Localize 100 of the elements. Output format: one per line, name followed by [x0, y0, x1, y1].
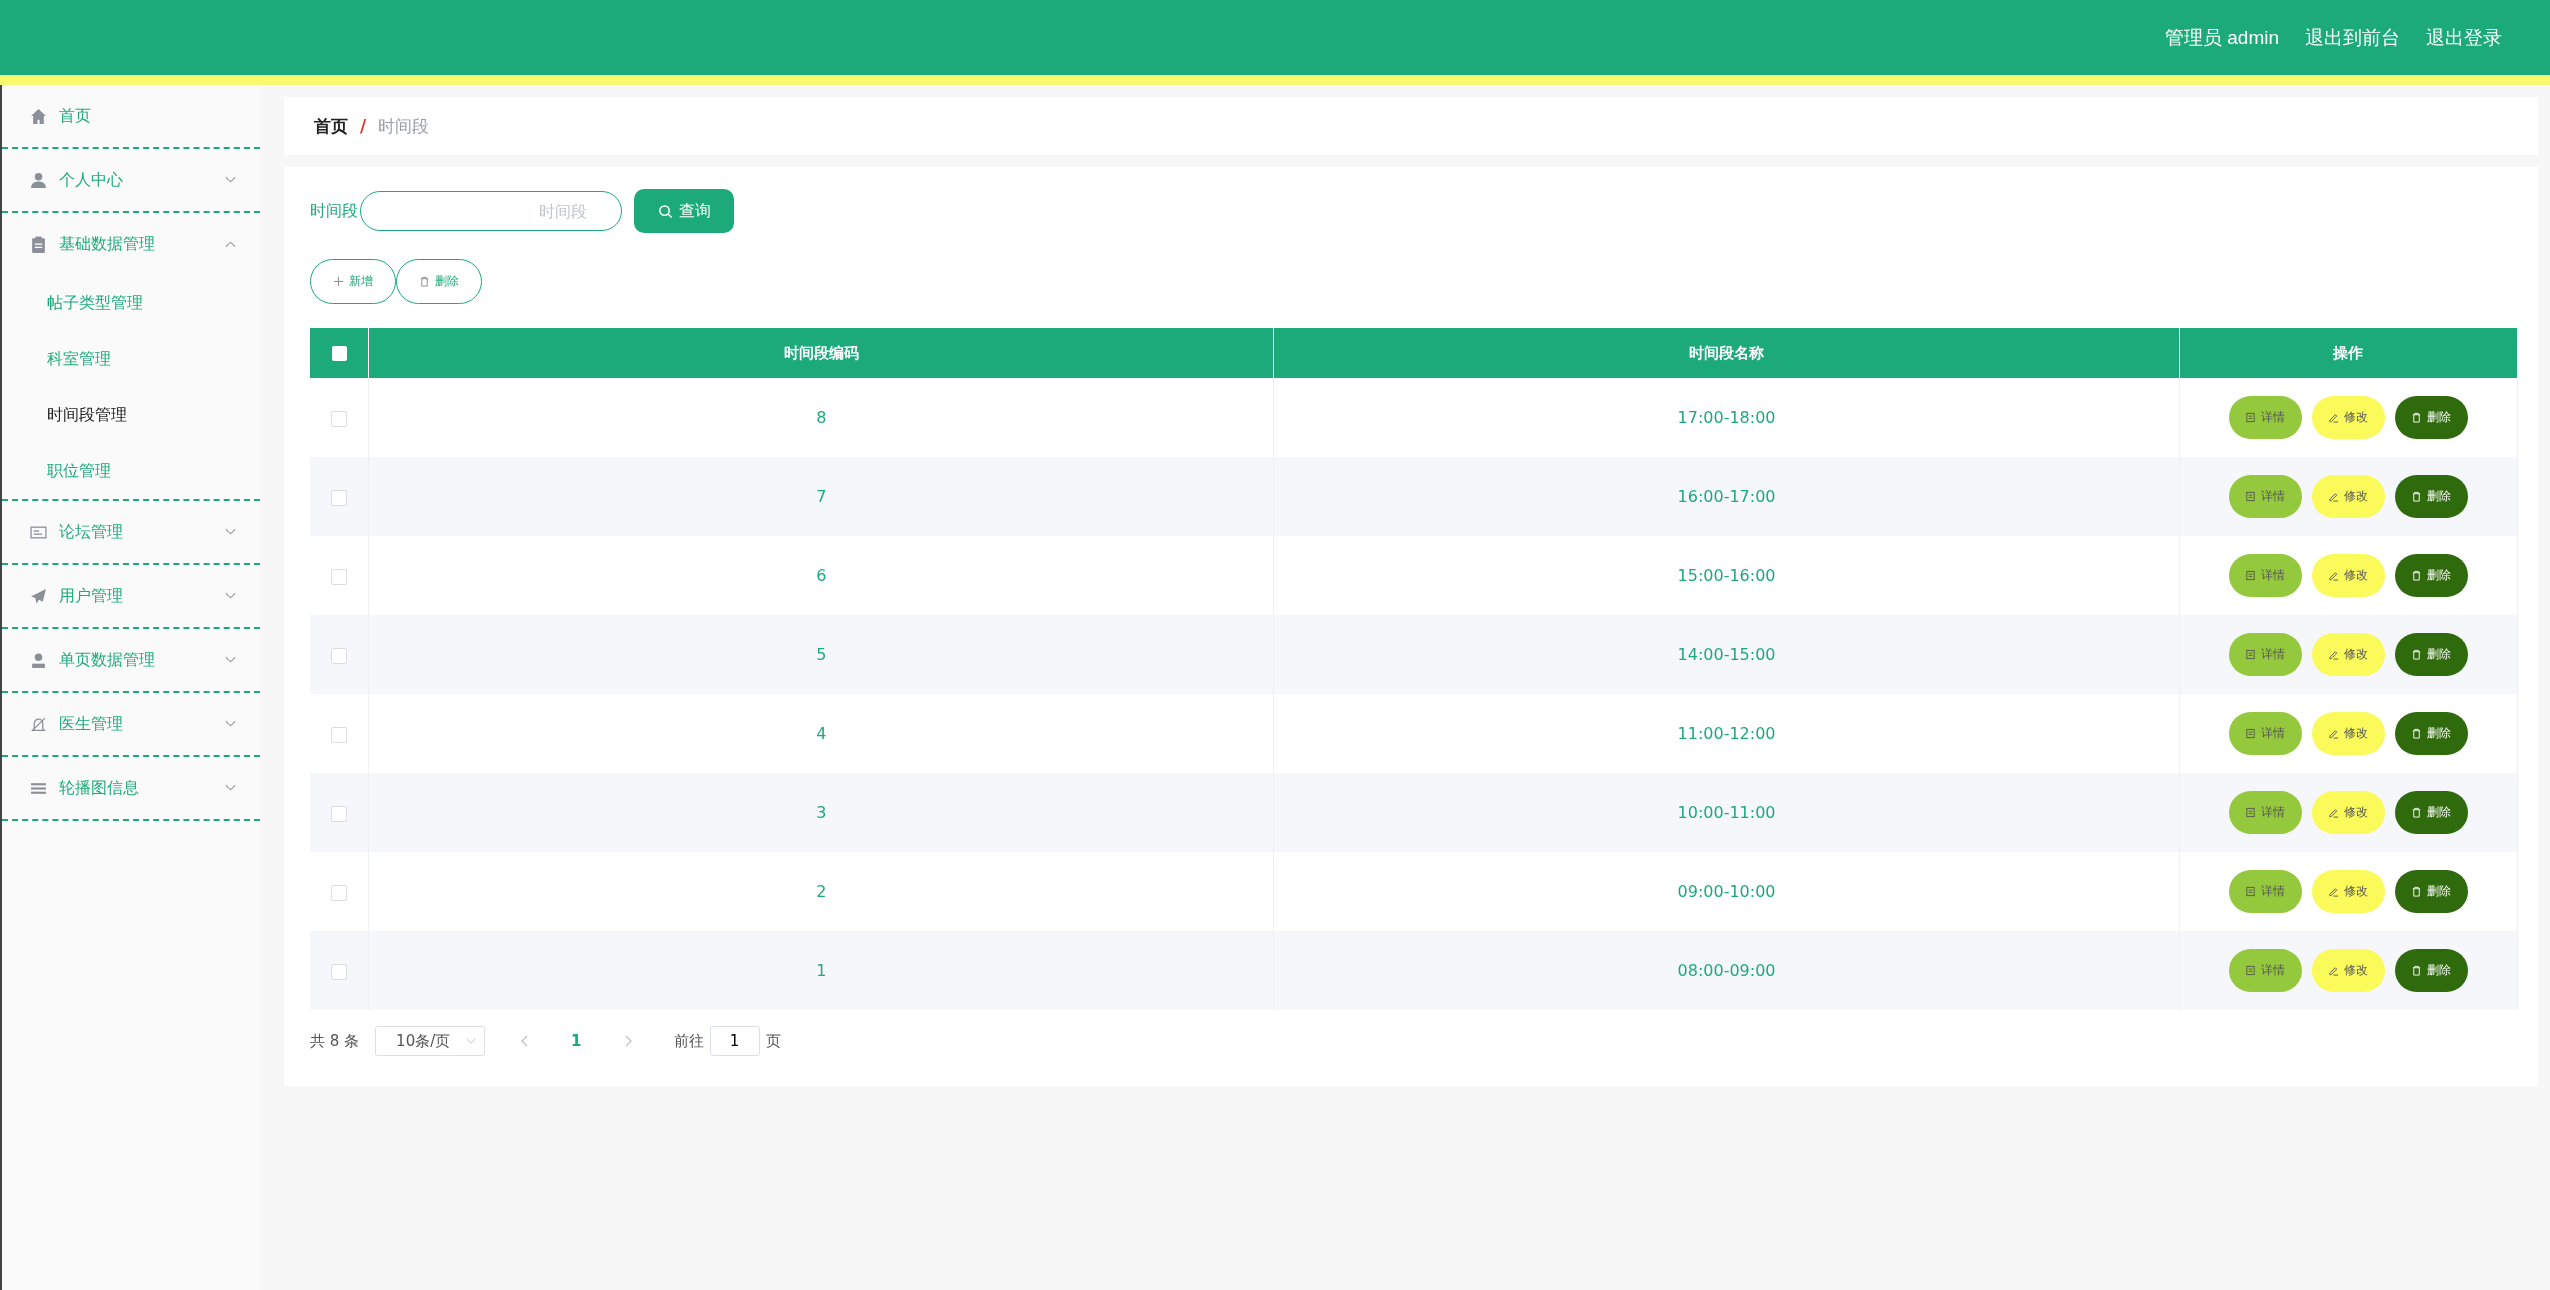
submenu-item[interactable]: 帖子类型管理 — [2, 275, 260, 331]
page-suffix: 页 — [765, 1031, 781, 1051]
menu-item[interactable]: 基础数据管理 — [2, 213, 260, 275]
document-icon — [2245, 728, 2257, 739]
edit-button[interactable]: 修改 — [2311, 870, 2385, 913]
table-cell: 1 — [816, 961, 827, 980]
table-cell: 14:00-15:00 — [1677, 645, 1776, 664]
details-button[interactable]: 详情 — [2228, 475, 2302, 518]
column-header: 时间段名称 — [1274, 328, 2180, 378]
page-input[interactable]: 1 — [709, 1026, 760, 1056]
table-cell: 6 — [816, 566, 827, 585]
header-link[interactable]: 退出到前台 — [2305, 24, 2400, 51]
page-size-select[interactable]: 10条/页 — [375, 1026, 486, 1056]
edit-button[interactable]: 修改 — [2311, 712, 2385, 755]
details-button[interactable]: 详情 — [2228, 554, 2302, 597]
paper-plane-icon — [30, 587, 47, 605]
bell-icon — [30, 715, 47, 733]
delete-button[interactable]: 删除 — [396, 259, 482, 304]
breadcrumb-link[interactable]: 首页 — [314, 114, 348, 138]
pencil-icon — [2328, 570, 2340, 581]
row-checkbox[interactable] — [331, 568, 348, 585]
trash-icon — [2411, 807, 2423, 818]
breadcrumb-separator: / — [360, 116, 367, 136]
trash-icon — [2411, 886, 2423, 897]
clipboard-icon — [30, 235, 47, 253]
menu-item[interactable]: 首页 — [2, 85, 260, 147]
pencil-icon — [2328, 728, 2340, 739]
edit-button[interactable]: 修改 — [2311, 475, 2385, 518]
row-checkbox[interactable] — [331, 410, 348, 427]
pencil-icon — [2328, 807, 2340, 818]
menu-item[interactable]: 论坛管理 — [2, 501, 260, 563]
document-icon — [2245, 649, 2257, 660]
user-icon — [30, 171, 47, 189]
delete-button[interactable]: 删除 — [2394, 791, 2468, 834]
pencil-icon — [2328, 886, 2340, 897]
row-checkbox[interactable] — [331, 726, 348, 743]
breadcrumb-current: 时间段 — [378, 114, 430, 138]
row-checkbox[interactable] — [331, 884, 348, 901]
page-number[interactable]: 1 — [571, 1032, 582, 1050]
delete-button[interactable]: 删除 — [2394, 396, 2468, 439]
total-count: 共 8 条 — [310, 1031, 360, 1051]
edit-button[interactable]: 修改 — [2311, 554, 2385, 597]
user-label: 管理员 admin — [2164, 25, 2279, 50]
submenu-item[interactable]: 职位管理 — [2, 443, 260, 499]
menu-item[interactable]: 用户管理 — [2, 565, 260, 627]
edit-button[interactable]: 修改 — [2311, 396, 2385, 439]
previous-page-icon[interactable] — [521, 1035, 530, 1047]
details-button[interactable]: 详情 — [2228, 396, 2302, 439]
header-link[interactable]: 退出登录 — [2426, 24, 2502, 51]
submenu-item[interactable]: 科室管理 — [2, 331, 260, 387]
edit-button[interactable]: 修改 — [2311, 791, 2385, 834]
edit-button[interactable]: 修改 — [2311, 949, 2385, 992]
details-button[interactable]: 详情 — [2228, 791, 2302, 834]
details-button[interactable]: 详情 — [2228, 870, 2302, 913]
row-checkbox[interactable] — [331, 963, 348, 980]
delete-button[interactable]: 删除 — [2394, 870, 2468, 913]
details-button[interactable]: 详情 — [2228, 712, 2302, 755]
document-icon — [2245, 570, 2257, 581]
pencil-icon — [2328, 412, 2340, 423]
details-button[interactable]: 详情 — [2228, 949, 2302, 992]
delete-button[interactable]: 删除 — [2394, 633, 2468, 676]
table-cell: 8 — [816, 408, 827, 427]
menu-item[interactable]: 单页数据管理 — [2, 629, 260, 691]
delete-button[interactable]: 删除 — [2394, 949, 2468, 992]
trash-icon — [2411, 649, 2423, 660]
delete-button[interactable]: 删除 — [2394, 475, 2468, 518]
pencil-icon — [2328, 649, 2340, 660]
document-icon — [2245, 886, 2257, 897]
table-cell: 16:00-17:00 — [1677, 487, 1776, 506]
person-icon — [30, 651, 47, 669]
edit-button[interactable]: 修改 — [2311, 633, 2385, 676]
menu-item[interactable]: 医生管理 — [2, 693, 260, 755]
home-icon — [30, 107, 47, 125]
table-cell: 10:00-11:00 — [1677, 803, 1776, 822]
document-icon — [2245, 412, 2257, 423]
table-cell: 4 — [816, 724, 827, 743]
select-all-checkbox[interactable] — [331, 346, 347, 361]
search-field[interactable]: 时间段 — [360, 191, 622, 231]
trash-icon — [2411, 491, 2423, 502]
delete-button[interactable]: 删除 — [2394, 712, 2468, 755]
pencil-icon — [2328, 491, 2340, 502]
submenu-item[interactable]: 时间段管理 — [2, 387, 260, 443]
menu-item[interactable]: 轮播图信息 — [2, 757, 260, 819]
row-checkbox[interactable] — [331, 647, 348, 664]
delete-button[interactable]: 删除 — [2394, 554, 2468, 597]
column-header: 时间段编码 — [368, 328, 1274, 378]
add-button[interactable]: 新增 — [310, 259, 396, 304]
details-button[interactable]: 详情 — [2228, 633, 2302, 676]
table-cell: 2 — [816, 882, 827, 901]
table-cell: 7 — [816, 487, 827, 506]
table-cell: 17:00-18:00 — [1677, 408, 1776, 427]
trash-icon — [419, 276, 430, 287]
search-icon — [657, 203, 673, 219]
row-checkbox[interactable] — [331, 489, 348, 506]
menu-item[interactable]: 个人中心 — [2, 149, 260, 211]
row-checkbox[interactable] — [331, 805, 348, 822]
search-button[interactable]: 查询 — [634, 189, 734, 233]
next-page-icon[interactable] — [623, 1035, 632, 1047]
table-cell: 09:00-10:00 — [1677, 882, 1776, 901]
table-cell: 08:00-09:00 — [1677, 961, 1776, 980]
